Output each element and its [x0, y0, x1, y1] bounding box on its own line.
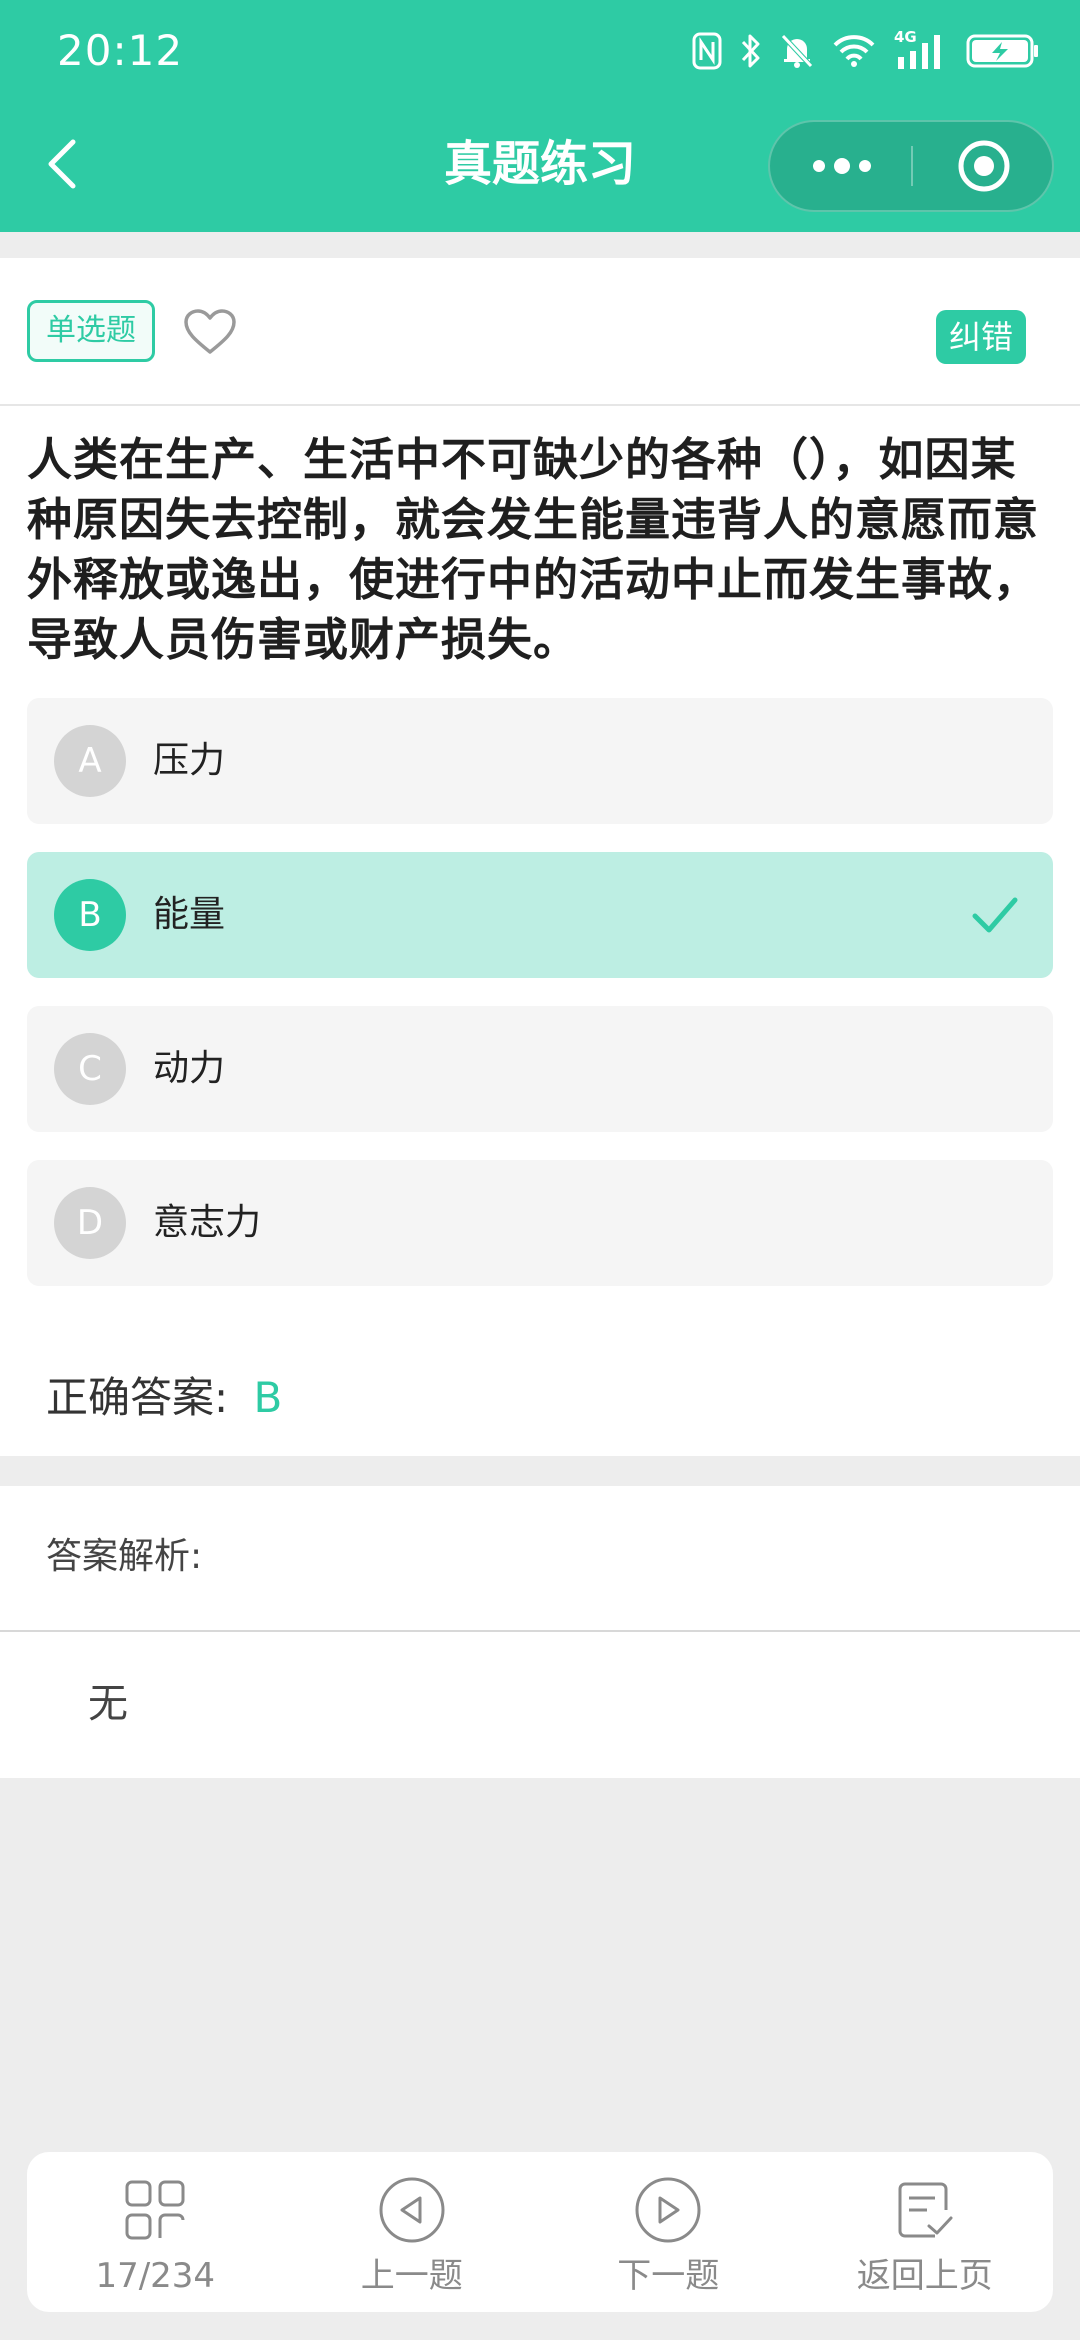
- more-dots-icon: [812, 158, 871, 174]
- wifi-icon: [832, 33, 876, 69]
- heart-outline-icon: [184, 309, 236, 354]
- option-text: 压力: [153, 740, 226, 781]
- analysis-card: 答案解析: 无: [0, 1486, 1080, 1778]
- status-icons: 4G: [692, 28, 1040, 74]
- return-label: 返回上页: [856, 2256, 993, 2296]
- options-list: A 压力 B 能量 C 动力 D 意志力: [27, 698, 1053, 1314]
- option-letter: D: [54, 1187, 126, 1259]
- grid-icon: [119, 2174, 191, 2246]
- 4g-signal-icon: 4G: [894, 29, 948, 71]
- correct-answer-value: B: [253, 1373, 283, 1422]
- option-a[interactable]: A 压力: [27, 698, 1053, 824]
- bell-off-icon: [780, 32, 814, 70]
- page: 20:12 4G 真题练习 单选题 纠错 人类在生产、生活中不可缺少的各种（），…: [0, 0, 1080, 2340]
- option-text: 能量: [153, 894, 226, 935]
- option-text: 动力: [153, 1048, 226, 1089]
- correct-answer-label: 正确答案:: [46, 1373, 229, 1422]
- return-button[interactable]: 返回上页: [797, 2152, 1054, 2312]
- analysis-title: 答案解析:: [46, 1536, 203, 1577]
- next-question-label: 下一题: [617, 2256, 720, 2296]
- check-icon: [972, 897, 1018, 933]
- more-button[interactable]: [770, 122, 913, 210]
- question-meta-row: 单选题 纠错: [0, 258, 1080, 406]
- bottom-toolbar: 17/234 上一题 下一题 返回上页: [27, 2152, 1053, 2312]
- bluetooth-icon: [740, 32, 762, 70]
- prev-question-button[interactable]: 上一题: [284, 2152, 541, 2312]
- option-letter: B: [54, 879, 126, 951]
- checklist-icon: [889, 2174, 961, 2246]
- report-error-button[interactable]: 纠错: [936, 310, 1026, 364]
- favorite-button[interactable]: [182, 304, 238, 360]
- prev-circle-icon: [376, 2174, 448, 2246]
- next-circle-icon: [632, 2174, 704, 2246]
- status-time: 20:12: [57, 26, 184, 75]
- target-circle-icon: [958, 140, 1009, 192]
- next-question-button[interactable]: 下一题: [540, 2152, 797, 2312]
- option-b[interactable]: B 能量: [27, 852, 1053, 978]
- option-c[interactable]: C 动力: [27, 1006, 1053, 1132]
- analysis-header: 答案解析:: [0, 1486, 1080, 1632]
- question-card: 单选题 纠错 人类在生产、生活中不可缺少的各种（），如因某种原因失去控制，就会发…: [0, 258, 1080, 1456]
- option-letter: A: [54, 725, 126, 797]
- back-button[interactable]: [30, 132, 94, 196]
- option-text: 意志力: [153, 1202, 262, 1243]
- battery-charging-icon: [966, 32, 1040, 70]
- app-header: 20:12 4G 真题练习: [0, 0, 1080, 232]
- correct-answer-row: 正确答案: B: [46, 1368, 282, 1428]
- question-text: 人类在生产、生活中不可缺少的各种（），如因某种原因失去控制，就会发生能量违背人的…: [27, 433, 1040, 666]
- option-d[interactable]: D 意志力: [27, 1160, 1053, 1286]
- close-mini-program-button[interactable]: [913, 122, 1054, 210]
- prev-question-label: 上一题: [360, 2256, 463, 2296]
- mini-program-capsule: [768, 120, 1054, 212]
- question-index-label: 17/234: [95, 2256, 216, 2296]
- status-bar: 20:12 4G: [0, 0, 1080, 110]
- analysis-body: 无: [88, 1681, 128, 1727]
- nav-bar: 真题练习: [0, 110, 1080, 232]
- nfc-icon: [692, 32, 722, 70]
- question-index-button[interactable]: 17/234: [27, 2152, 284, 2312]
- option-letter: C: [54, 1033, 126, 1105]
- question-type-tag: 单选题: [27, 300, 155, 362]
- chevron-left-icon: [48, 139, 76, 189]
